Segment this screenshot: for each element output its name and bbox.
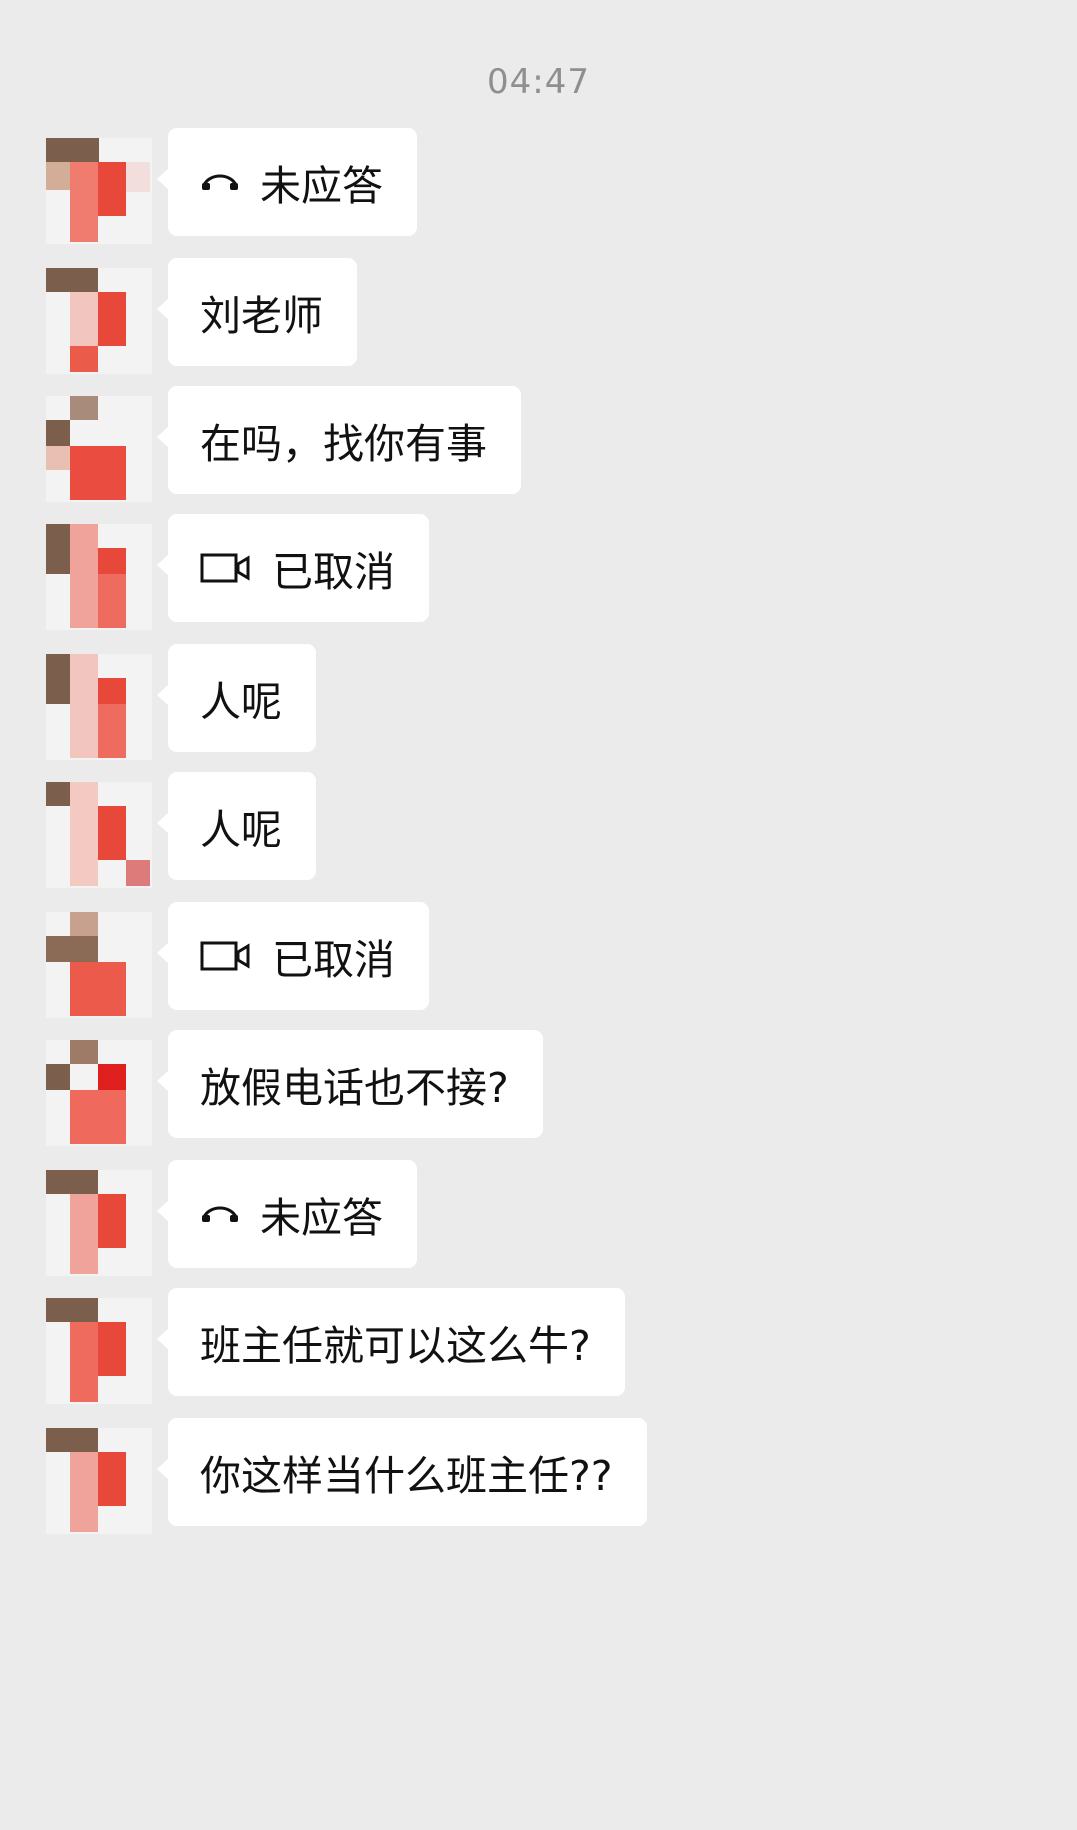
message-text: 未应答 bbox=[260, 1194, 383, 1242]
call-status-bubble[interactable]: 未应答 bbox=[157, 1160, 417, 1268]
message-text: 人呢 bbox=[200, 806, 282, 854]
message-text: 已取消 bbox=[272, 936, 395, 984]
message-text: 刘老师 bbox=[200, 292, 323, 340]
message-bubble[interactable]: 人呢 bbox=[157, 644, 316, 752]
phone-icon bbox=[200, 1203, 240, 1225]
avatar[interactable] bbox=[46, 1428, 152, 1534]
avatar[interactable] bbox=[46, 654, 152, 760]
avatar[interactable] bbox=[46, 138, 152, 244]
avatar[interactable] bbox=[46, 268, 152, 374]
message-bubble[interactable]: 在吗，找你有事 bbox=[157, 386, 521, 494]
avatar[interactable] bbox=[46, 396, 152, 502]
message-text: 班主任就可以这么牛? bbox=[200, 1322, 591, 1370]
chat-window: 04:47 未应答 刘老师 在吗，找你有事 已取消 人呢 人呢 已取消 放假电话… bbox=[0, 0, 1077, 1830]
message-text: 未应答 bbox=[260, 162, 383, 210]
avatar[interactable] bbox=[46, 1040, 152, 1146]
avatar[interactable] bbox=[46, 912, 152, 1018]
message-row: 刘老师 bbox=[0, 258, 1077, 374]
message-row: 人呢 bbox=[0, 644, 1077, 760]
video-camera-icon bbox=[200, 552, 252, 584]
video-camera-icon bbox=[200, 940, 252, 972]
message-text: 你这样当什么班主任?? bbox=[200, 1452, 613, 1500]
message-row: 放假电话也不接? bbox=[0, 1030, 1077, 1146]
avatar[interactable] bbox=[46, 1298, 152, 1404]
message-text: 放假电话也不接? bbox=[200, 1064, 509, 1112]
message-row: 人呢 bbox=[0, 772, 1077, 888]
avatar[interactable] bbox=[46, 782, 152, 888]
call-status-bubble[interactable]: 已取消 bbox=[157, 514, 429, 622]
avatar[interactable] bbox=[46, 524, 152, 630]
call-status-bubble[interactable]: 已取消 bbox=[157, 902, 429, 1010]
message-bubble[interactable]: 人呢 bbox=[157, 772, 316, 880]
message-text: 已取消 bbox=[272, 548, 395, 596]
message-bubble[interactable]: 你这样当什么班主任?? bbox=[157, 1418, 647, 1526]
message-bubble[interactable]: 刘老师 bbox=[157, 258, 357, 366]
message-bubble[interactable]: 班主任就可以这么牛? bbox=[157, 1288, 625, 1396]
message-row: 在吗，找你有事 bbox=[0, 386, 1077, 502]
message-row: 已取消 bbox=[0, 902, 1077, 1018]
message-text: 在吗，找你有事 bbox=[200, 420, 487, 468]
message-row: 未应答 bbox=[0, 1160, 1077, 1276]
avatar[interactable] bbox=[46, 1170, 152, 1276]
message-row: 已取消 bbox=[0, 514, 1077, 630]
message-bubble[interactable]: 放假电话也不接? bbox=[157, 1030, 543, 1138]
message-row: 未应答 bbox=[0, 128, 1077, 244]
message-row: 班主任就可以这么牛? bbox=[0, 1288, 1077, 1404]
message-row: 你这样当什么班主任?? bbox=[0, 1418, 1077, 1534]
call-status-bubble[interactable]: 未应答 bbox=[157, 128, 417, 236]
phone-icon bbox=[200, 171, 240, 193]
message-timestamp: 04:47 bbox=[487, 62, 590, 102]
message-text: 人呢 bbox=[200, 678, 282, 726]
